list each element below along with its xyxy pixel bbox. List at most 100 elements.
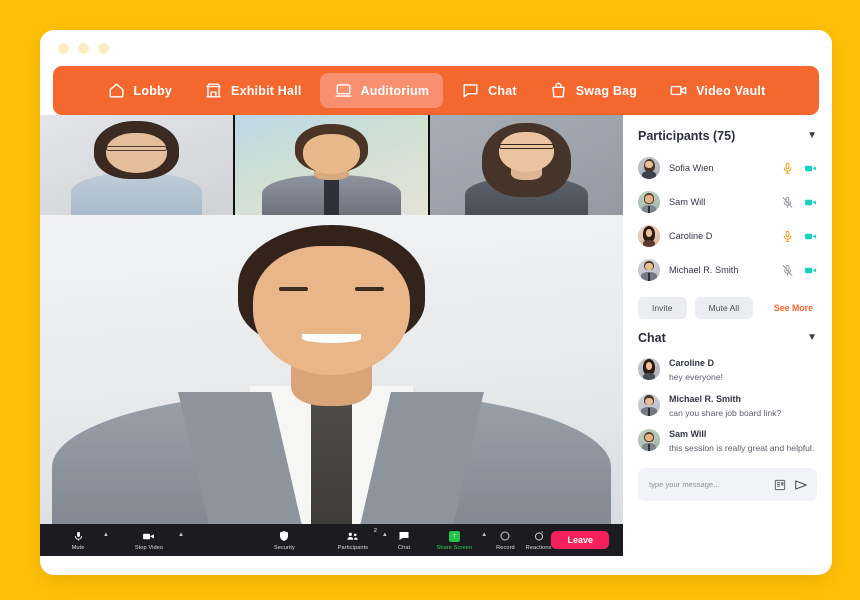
participant-name: Sofia Wien — [669, 163, 714, 173]
nav-item-swag-bag[interactable]: Swag Bag — [535, 73, 651, 108]
participants-header: Participants (75) ▼ — [636, 115, 819, 151]
participant-video-2 — [235, 115, 428, 215]
chat-message-body: Caroline D hey everyone! — [669, 358, 817, 383]
nav-label-video-vault: Video Vault — [696, 83, 766, 98]
chat-text: can you share job board link? — [669, 407, 782, 418]
mute-all-button[interactable]: Mute All — [694, 297, 754, 319]
chat-message-input[interactable] — [647, 479, 766, 491]
camera-on-icon[interactable] — [804, 230, 817, 243]
mute-button[interactable]: Mute — [54, 529, 102, 551]
video-options-chevron-icon[interactable]: ▲ — [178, 532, 184, 538]
participants-button[interactable]: 2 Participants — [325, 528, 381, 551]
chat-button[interactable]: Chat — [394, 529, 414, 551]
share-options-chevron-icon[interactable]: ▲ — [481, 532, 487, 538]
leave-button[interactable]: Leave — [551, 531, 609, 549]
thumbnail-participant-2[interactable] — [235, 115, 428, 215]
nav-label-lobby: Lobby — [133, 83, 173, 98]
avatar — [638, 358, 660, 380]
record-icon — [499, 529, 511, 543]
chat-bubble-icon — [461, 81, 480, 100]
participants-group: 2 Participants ▲ — [325, 528, 388, 551]
window-dot-close[interactable] — [58, 42, 69, 54]
thumbnail-participant-3[interactable] — [430, 115, 623, 215]
participants-title: Participants (75) — [638, 129, 736, 143]
participants-options-chevron-icon[interactable]: ▲ — [382, 532, 388, 538]
chat-author: Sam Will — [669, 429, 707, 440]
nav-item-auditorium[interactable]: Auditorium — [319, 73, 444, 108]
participant-controls — [781, 162, 817, 175]
reactions-icon — [533, 529, 545, 543]
participant-row[interactable]: Michael R. Smith — [636, 253, 819, 287]
laptop-icon — [334, 81, 353, 100]
participant-controls — [781, 196, 817, 209]
participant-controls — [781, 230, 817, 243]
security-button[interactable]: Security — [274, 529, 295, 551]
app-window: Lobby Exhibit Hall Auditorium Chat Swag — [40, 30, 832, 575]
mute-label: Mute — [71, 545, 85, 551]
participants-icon — [346, 529, 359, 543]
chat-collapse-chevron-icon[interactable]: ▼ — [807, 333, 817, 343]
record-button[interactable]: Record — [495, 529, 515, 551]
stop-video-button[interactable]: Stop Video — [121, 529, 177, 551]
mic-on-icon[interactable] — [781, 230, 794, 243]
share-screen-group: ↑ Share Screen ▲ — [428, 529, 487, 551]
mic-off-icon[interactable] — [781, 264, 794, 277]
chat-header: Chat ▼ — [636, 323, 819, 353]
chat-text: hey everyone! — [669, 372, 723, 382]
mic-on-icon[interactable] — [781, 162, 794, 175]
invite-button[interactable]: Invite — [638, 297, 687, 319]
stop-video-group: Stop Video ▲ — [121, 529, 184, 551]
chat-message-body: Michael R. Smith can you share job board… — [669, 394, 817, 419]
shopping-bag-icon — [549, 81, 568, 100]
microphone-icon — [73, 529, 84, 543]
video-camera-icon — [669, 81, 688, 100]
participants-label: Participants — [337, 545, 369, 551]
chat-message: Caroline D hey everyone! — [636, 353, 819, 389]
window-titlebar — [40, 30, 832, 66]
stop-video-label: Stop Video — [134, 545, 164, 551]
mute-options-chevron-icon[interactable]: ▲ — [103, 532, 109, 538]
nav-item-exhibit-hall[interactable]: Exhibit Hall — [190, 73, 315, 108]
avatar — [638, 429, 660, 452]
nav-item-lobby[interactable]: Lobby — [93, 73, 187, 108]
avatar — [638, 191, 660, 213]
main-navigation: Lobby Exhibit Hall Auditorium Chat Swag — [53, 66, 819, 115]
reactions-button[interactable]: Reactions — [526, 529, 552, 551]
attachment-icon[interactable] — [773, 478, 787, 492]
video-stage: Mute ▲ Stop Video ▲ Security 2 Participa… — [40, 115, 623, 556]
camera-on-icon[interactable] — [804, 162, 817, 175]
share-screen-icon: ↑ — [448, 529, 460, 543]
chat-text: this session is really great and helpful… — [669, 443, 815, 454]
mic-off-icon[interactable] — [781, 196, 794, 209]
nav-label-swag-bag: Swag Bag — [575, 83, 638, 98]
participant-controls — [781, 264, 817, 277]
participants-actions: Invite Mute All See More — [636, 287, 819, 323]
mute-group: Mute ▲ — [54, 529, 109, 551]
see-more-link[interactable]: See More — [774, 303, 817, 313]
active-speaker-video[interactable] — [40, 215, 623, 556]
camera-on-icon[interactable] — [804, 264, 817, 277]
active-speaker-image — [40, 215, 623, 556]
participant-row[interactable]: Sam Will — [636, 185, 819, 219]
chat-author: Caroline D — [669, 358, 715, 368]
window-dot-minimize[interactable] — [78, 42, 89, 54]
share-screen-button[interactable]: ↑ Share Screen — [428, 529, 480, 551]
nav-label-chat: Chat — [488, 83, 517, 98]
nav-item-video-vault[interactable]: Video Vault — [655, 73, 779, 108]
chat-label: Chat — [397, 545, 411, 551]
camera-on-icon[interactable] — [804, 196, 817, 209]
thumbnail-participant-1[interactable] — [40, 115, 233, 215]
reactions-label: Reactions — [525, 545, 552, 551]
window-dot-maximize[interactable] — [98, 42, 109, 54]
nav-label-exhibit-hall: Exhibit Hall — [231, 83, 302, 98]
security-label: Security — [273, 545, 295, 551]
send-icon[interactable] — [794, 478, 808, 492]
participants-collapse-chevron-icon[interactable]: ▼ — [807, 131, 817, 141]
nav-item-chat[interactable]: Chat — [447, 73, 531, 108]
participant-row[interactable]: Sofia Wien — [636, 151, 819, 185]
participant-row[interactable]: Caroline D — [636, 219, 819, 253]
participant-name: Caroline D — [669, 231, 713, 241]
avatar — [638, 225, 660, 247]
video-camera-icon — [142, 529, 155, 543]
record-label: Record — [496, 545, 515, 551]
